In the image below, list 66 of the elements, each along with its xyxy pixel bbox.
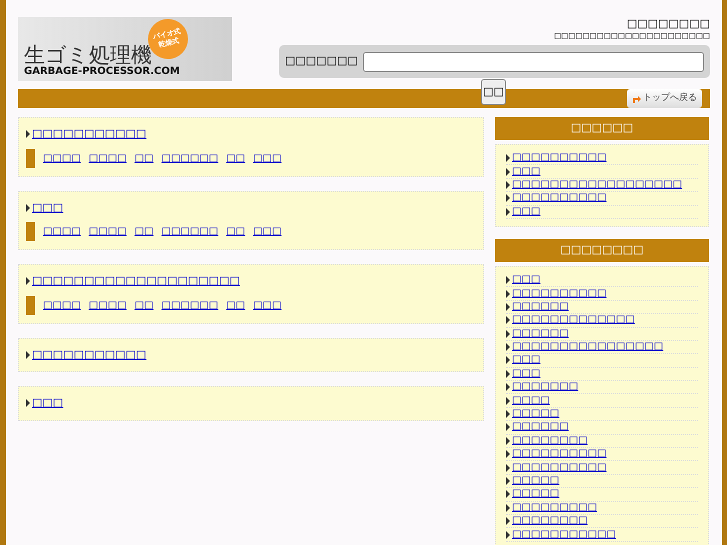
subcategory-link[interactable]: □□ [226, 298, 246, 312]
category-link[interactable]: □□□□□□□□□□□ [32, 346, 146, 363]
sidebar-link[interactable]: □□□□□□□□□□ [512, 193, 606, 204]
sidebar-link[interactable]: □□□□□□□□□□ [512, 153, 606, 164]
turn-arrow-icon [632, 94, 641, 103]
marker-bar [26, 296, 35, 314]
sidebar-link[interactable]: □□□□□ [512, 476, 560, 486]
sidebar-link[interactable]: □□□□□□□□□□□ [512, 530, 616, 540]
subcategory-link[interactable]: □□□□ [43, 298, 81, 312]
sidebar-heading: □□□□□□ [495, 117, 709, 140]
subcategory-link[interactable]: □□ [134, 298, 154, 312]
subcategory-link[interactable]: □□□□ [88, 150, 127, 166]
site-title: □□□□□□□□ [626, 17, 710, 31]
subcategory-link[interactable]: □□□□ [43, 224, 81, 239]
subcategory-link[interactable]: □□□□□□ [162, 224, 218, 239]
search-field[interactable] [362, 52, 704, 72]
sidebar-link[interactable]: □□□□□□□□□□ [512, 462, 606, 473]
subcategory-link[interactable]: □□□□□□ [162, 298, 218, 312]
sidebar-link[interactable]: □□□□□□□□□□□□□□□□□□ [512, 180, 682, 190]
search-button[interactable]: □□ [481, 79, 506, 105]
sidebar-link[interactable]: □□□ [512, 275, 540, 286]
sidebar-link[interactable]: □□□□□□□□□□□□□ [512, 315, 635, 326]
sidebar-link[interactable]: □□□□□□□ [512, 382, 578, 392]
marker-bar [26, 148, 35, 168]
sidebar-link[interactable]: □□□□□□□□□□ [512, 449, 606, 460]
triangle-icon [26, 204, 30, 212]
category-link[interactable]: □□□□□□□□□□□ [32, 126, 146, 142]
subcategory-link[interactable]: □□□ [253, 150, 282, 166]
sidebar-link[interactable]: □□□ [512, 166, 540, 177]
sidebar-link[interactable]: □□□ [512, 206, 540, 217]
subcategory-link[interactable]: □□□□ [88, 224, 127, 239]
triangle-icon [26, 350, 30, 359]
sidebar-link[interactable]: □□□□□□□□ [512, 436, 588, 446]
triangle-icon [26, 277, 30, 286]
triangle-icon [26, 130, 30, 138]
sidebar-link[interactable]: □□□□□□□□□ [512, 502, 598, 513]
sidebar-link[interactable]: □□□□□ [512, 489, 560, 500]
sidebar-link[interactable]: □□□ [512, 355, 540, 366]
sidebar-link[interactable]: □□□□□□ [512, 302, 569, 312]
subcategory-link[interactable]: □□□□ [43, 150, 81, 166]
marker-bar [26, 222, 35, 241]
sidebar-heading: □□□□□□□□ [495, 238, 709, 262]
subcategory-link[interactable]: □□ [134, 150, 154, 166]
sidebar-link[interactable]: □□□□ [512, 396, 550, 406]
sidebar-link[interactable]: □□□ [512, 368, 540, 379]
sidebar-link[interactable]: □□□□□□ [512, 422, 569, 432]
subcategory-link[interactable]: □□□□ [88, 298, 127, 312]
logo-domain: GARBAGE-PROCESSOR.COM [24, 66, 181, 78]
subcategory-link[interactable]: □□ [226, 150, 246, 166]
subcategory-link[interactable]: □□□ [253, 298, 282, 312]
sidebar-link[interactable]: □□□□□□□□□□□□□□□□ [512, 342, 664, 352]
triangle-icon [26, 399, 30, 408]
subcategory-link[interactable]: □□□ [253, 224, 282, 239]
logo-title: 生ゴミ処理機 [24, 44, 153, 66]
sidebar-link[interactable]: □□□□□ [512, 409, 560, 420]
sidebar-link[interactable]: □□□□□□□□ [512, 516, 588, 526]
back-to-top-button[interactable]: トップへ戻る [627, 89, 702, 108]
sidebar-link[interactable]: □□□□□□ [512, 328, 569, 339]
sidebar-link[interactable]: □□□□□□□□□□ [512, 288, 606, 299]
subcategory-link[interactable]: □□ [226, 224, 246, 239]
category-link[interactable]: □□□ [32, 395, 64, 412]
subcategory-link[interactable]: □□ [134, 224, 154, 239]
category-link[interactable]: □□□ [32, 200, 64, 216]
search-label: □□□□□□□ [285, 53, 358, 70]
category-link[interactable]: □□□□□□□□□□□□□□□□□□□□ [32, 273, 240, 290]
subcategory-link[interactable]: □□□□□□ [162, 150, 218, 166]
